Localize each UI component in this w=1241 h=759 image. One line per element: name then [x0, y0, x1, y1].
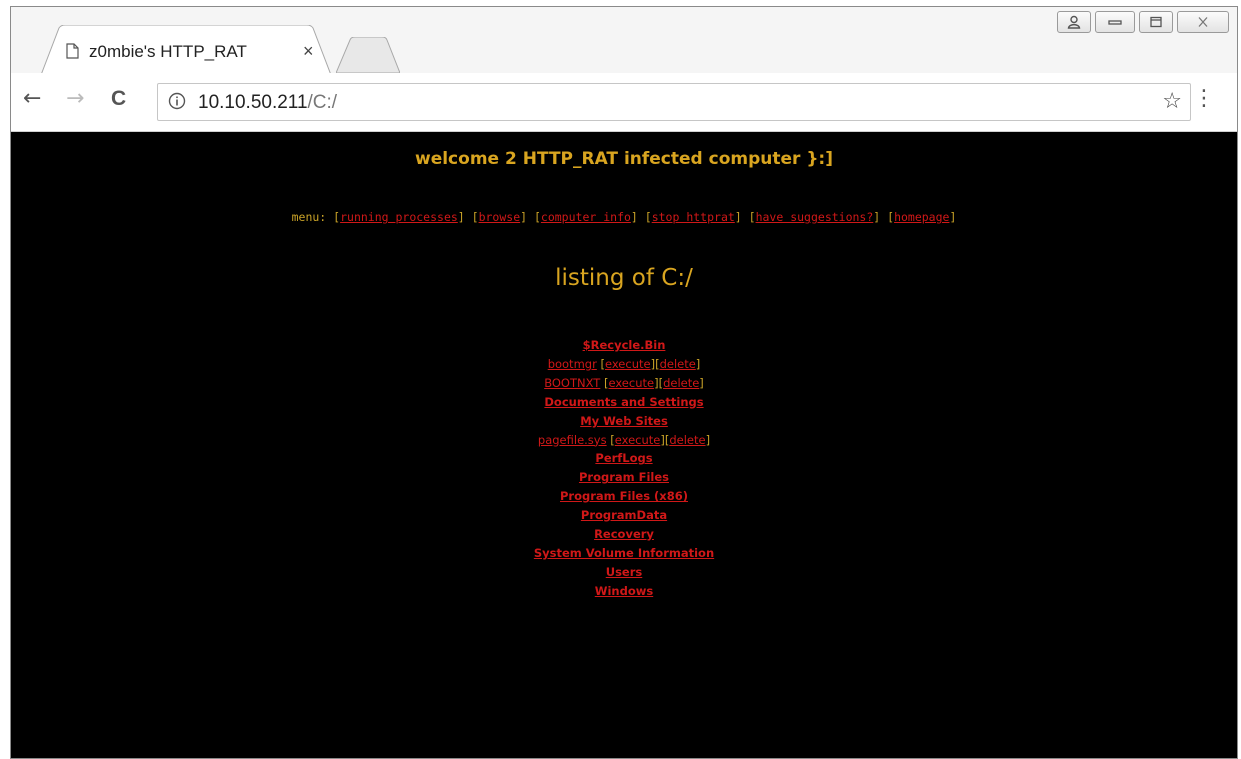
menu-browse[interactable]: browse	[479, 210, 521, 224]
window-controls	[1057, 11, 1229, 33]
file-row: Program Files (x86)	[11, 487, 1237, 506]
folder-link[interactable]: $Recycle.Bin	[583, 338, 666, 352]
file-row: $Recycle.Bin	[11, 336, 1237, 355]
reload-icon[interactable]: C	[111, 87, 126, 111]
url-text: 10.10.50.211/C:/	[198, 92, 337, 114]
folder-link[interactable]: Windows	[595, 584, 653, 598]
user-profile-icon[interactable]	[1057, 11, 1091, 33]
folder-link[interactable]: Recovery	[594, 527, 654, 541]
folder-link[interactable]: Users	[606, 565, 643, 579]
menu-homepage[interactable]: homepage	[894, 210, 949, 224]
bookmark-star-icon[interactable]: ☆	[1162, 89, 1182, 114]
folder-link[interactable]: My Web Sites	[580, 414, 668, 428]
folder-link[interactable]: System Volume Information	[534, 546, 714, 560]
welcome-heading: welcome 2 HTTP_RAT infected computer }:]	[415, 149, 833, 169]
browser-tab[interactable]: z0mbie's HTTP_RAT ×	[41, 25, 331, 75]
browser-menu-icon[interactable]: ⋮	[1193, 87, 1215, 111]
delete-link[interactable]: delete	[660, 357, 696, 371]
new-tab-button[interactable]	[336, 37, 400, 73]
file-row: Documents and Settings	[11, 393, 1237, 412]
execute-link[interactable]: execute	[615, 433, 661, 447]
tab-close-icon[interactable]: ×	[303, 41, 314, 62]
file-row: BOOTNXT [execute][delete]	[544, 375, 704, 390]
file-row: ProgramData	[11, 506, 1237, 525]
execute-link[interactable]: execute	[608, 376, 654, 390]
url-path: /C:/	[307, 92, 338, 113]
menu-label: menu:	[291, 210, 327, 224]
delete-link[interactable]: delete	[663, 376, 699, 390]
url-host: 10.10.50.211	[198, 92, 308, 113]
address-bar[interactable]: 10.10.50.211/C:/ ☆	[157, 83, 1191, 121]
title-bar: z0mbie's HTTP_RAT ×	[11, 7, 1237, 75]
file-row: Windows	[11, 582, 1237, 601]
page-content: welcome 2 HTTP_RAT infected computer }:]…	[11, 132, 1237, 758]
file-row: Users	[11, 563, 1237, 582]
file-row: System Volume Information	[11, 544, 1237, 563]
page-icon	[66, 43, 79, 63]
file-row: My Web Sites	[11, 412, 1237, 431]
menu-computer-info[interactable]: computer info	[541, 210, 631, 224]
maximize-button[interactable]	[1139, 11, 1173, 33]
execute-link[interactable]: execute	[605, 357, 651, 371]
folder-link[interactable]: Program Files	[579, 470, 669, 484]
file-link[interactable]: bootmgr	[548, 357, 597, 371]
file-row: Program Files	[11, 468, 1237, 487]
tab-title: z0mbie's HTTP_RAT	[89, 42, 247, 61]
delete-link[interactable]: delete	[669, 433, 705, 447]
file-link[interactable]: pagefile.sys	[538, 433, 607, 447]
browser-window: z0mbie's HTTP_RAT × ← → C 10.10.50.211/C…	[10, 6, 1238, 759]
close-window-button[interactable]	[1177, 11, 1229, 33]
browser-toolbar: ← → C 10.10.50.211/C:/ ☆ ⋮	[11, 73, 1237, 132]
menu-running-processes[interactable]: running processes	[340, 210, 458, 224]
file-row: bootmgr [execute][delete]	[547, 356, 701, 371]
file-row: pagefile.sys [execute][delete]	[537, 432, 711, 447]
menu-stop-httprat[interactable]: stop httprat	[652, 210, 735, 224]
rat-menu: menu: [running processes] [browse] [comp…	[291, 210, 957, 224]
forward-icon[interactable]: →	[66, 87, 84, 111]
file-row: PerfLogs	[11, 449, 1237, 468]
info-icon[interactable]	[168, 92, 186, 114]
folder-link[interactable]: ProgramData	[581, 508, 667, 522]
menu-have-suggestions[interactable]: have suggestions?	[756, 210, 874, 224]
file-row: Recovery	[11, 525, 1237, 544]
listing-title: listing of C:/	[555, 265, 693, 291]
file-link[interactable]: BOOTNXT	[544, 376, 600, 390]
folder-link[interactable]: Program Files (x86)	[560, 489, 688, 503]
back-icon[interactable]: ←	[23, 87, 41, 111]
minimize-button[interactable]	[1095, 11, 1135, 33]
file-list: $Recycle.Bin bootmgr [execute][delete] BOO…	[11, 336, 1237, 601]
folder-link[interactable]: PerfLogs	[595, 451, 652, 465]
folder-link[interactable]: Documents and Settings	[544, 395, 703, 409]
